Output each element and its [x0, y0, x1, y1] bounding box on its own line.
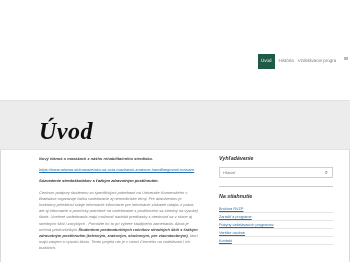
- page-title: Úvod: [39, 119, 93, 145]
- sidebar-divider: [219, 186, 333, 187]
- download-link-brochure[interactable]: Brožúra RVZP: [219, 207, 243, 211]
- downloads-heading: Na stiahnutie: [219, 194, 253, 200]
- overflow-indicator: [344, 57, 348, 60]
- sidebar: Vyhľadávanie ⌕ Na stiahnutie Brožúra RVZ…: [219, 156, 333, 245]
- intro-text: Nový článok o masážach z nášho rehabilit…: [39, 156, 153, 161]
- body-line: predovšetkým: [52, 226, 78, 232]
- nav-item-history[interactable]: História: [279, 58, 294, 64]
- download-link-register[interactable]: Zaradiť a programe: [219, 215, 252, 219]
- list-item: Pokyny vzdelávacích programov: [219, 221, 333, 229]
- list-item: Brožúra RVZP: [219, 205, 333, 213]
- page-banner: Úvod: [0, 100, 350, 150]
- site-header: Úvod História Vzdelávacie progra: [0, 0, 350, 100]
- search-heading: Vyhľadávanie: [219, 156, 254, 162]
- download-link-personal[interactable]: Venište osobne: [219, 231, 245, 235]
- main-nav: Úvod História Vzdelávacie progra: [258, 54, 336, 69]
- main-content: Nový článok o masážach z nášho rehabilit…: [39, 156, 199, 257]
- body-paragraph: Centrum podpory študentov so špecifickým…: [39, 190, 199, 252]
- downloads-list: Brožúra RVZP Zaradiť a programe Pokyny v…: [219, 205, 333, 245]
- article-link[interactable]: https://www.wiseaa.sk/masaze/ako-sa-ucia…: [39, 167, 194, 172]
- body-line: Centrum podpory študentov so špecifickým…: [39, 189, 160, 195]
- download-link-guidelines[interactable]: Pokyny vzdelávacích programov: [219, 223, 274, 227]
- list-item: Zaradiť a programe: [219, 213, 333, 221]
- download-link-contact[interactable]: Kontakt: [219, 239, 232, 243]
- highlight-text: Súzvedenie stredoškolákov s ťažkým zdrav…: [39, 178, 159, 184]
- search-box: ⌕: [219, 167, 333, 178]
- list-item: Venište osobne: [219, 229, 333, 237]
- search-input[interactable]: [220, 168, 320, 177]
- list-item: Kontakt: [219, 237, 333, 245]
- search-icon[interactable]: ⌕: [325, 169, 328, 178]
- nav-item-programs[interactable]: Vzdelávacie progra: [298, 58, 337, 64]
- nav-item-home[interactable]: Úvod: [258, 54, 275, 69]
